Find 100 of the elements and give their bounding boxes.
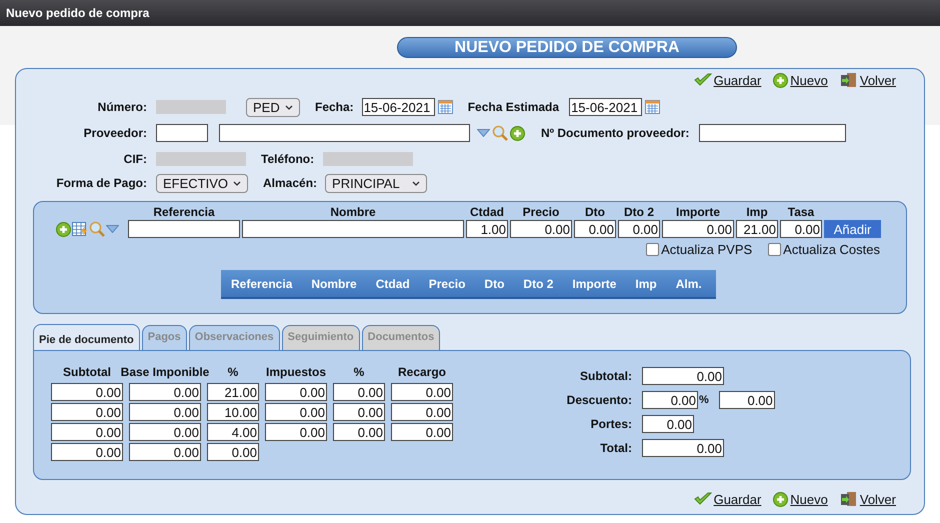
column-header[interactable]: Nombre: [311, 276, 357, 290]
total-field[interactable]: 0.00: [642, 391, 698, 409]
column-label: Dto 2: [623, 205, 655, 219]
field-label: Total:: [599, 441, 632, 455]
action-link[interactable]: Volver: [840, 491, 896, 507]
line-input-field[interactable]: [128, 220, 240, 238]
column-label: Impuestos: [265, 365, 327, 379]
number-field: [156, 100, 226, 114]
tax-field[interactable]: 0.00: [129, 443, 201, 461]
add-icon[interactable]: [510, 126, 525, 140]
date-field[interactable]: 15-06-2021: [569, 98, 642, 116]
column-label: Ctdad: [469, 205, 505, 219]
supplier-code-field[interactable]: [156, 124, 208, 142]
supplier-document-field[interactable]: [699, 124, 846, 142]
column-header[interactable]: Importe: [572, 276, 616, 290]
tax-field[interactable]: 0.00: [333, 403, 385, 421]
checkmark-icon: [694, 492, 712, 506]
tax-field[interactable]: 0.00: [207, 443, 259, 461]
field-label: Nº Documento proveedor:: [541, 126, 690, 140]
field-label: Fecha:: [315, 100, 354, 114]
column-label: Subtotal: [62, 365, 112, 379]
total-field[interactable]: 0.00: [718, 391, 775, 409]
total-field[interactable]: 0.00: [642, 439, 724, 457]
line-input-field[interactable]: 21.00: [736, 220, 778, 238]
line-input-field[interactable]: 0.00: [662, 220, 734, 238]
field-label: Fecha Estimada: [468, 100, 560, 114]
column-header[interactable]: Dto: [484, 276, 504, 290]
search-icon[interactable]: [492, 125, 508, 141]
add-icon: [773, 492, 788, 506]
payment-method-dropdown[interactable]: EFECTIVO: [156, 174, 248, 192]
window-title: Nuevo pedido de compra: [6, 6, 150, 20]
tax-field[interactable]: 21.00: [207, 383, 259, 401]
line-input-field[interactable]: 1.00: [466, 220, 508, 238]
checkbox[interactable]: [646, 243, 660, 256]
checkbox[interactable]: [768, 243, 782, 256]
page-header: NUEVO PEDIDO DE COMPRA: [397, 37, 737, 58]
tab[interactable]: Pie de documento: [33, 324, 140, 350]
tax-field[interactable]: 0.00: [391, 383, 453, 401]
tax-field[interactable]: 0.00: [265, 423, 327, 441]
warehouse-dropdown[interactable]: PRINCIPAL: [325, 174, 428, 192]
line-input-field[interactable]: 0.00: [574, 220, 616, 238]
unit-label: %: [699, 394, 709, 406]
tax-field[interactable]: 0.00: [391, 423, 453, 441]
tax-field[interactable]: 0.00: [333, 423, 385, 441]
series-dropdown[interactable]: PED: [246, 98, 300, 116]
field-label: Almacén:: [263, 176, 318, 190]
total-field[interactable]: 0.00: [642, 367, 724, 385]
column-header[interactable]: Imp: [635, 276, 657, 290]
action-link[interactable]: Guardar: [694, 72, 762, 88]
dropdown-triangle-icon[interactable]: [477, 129, 490, 137]
action-link[interactable]: Guardar: [694, 492, 762, 506]
column-header[interactable]: Ctdad: [376, 276, 410, 290]
dropdown-triangle-icon[interactable]: [106, 225, 119, 233]
column-header[interactable]: Alm.: [676, 276, 702, 290]
tax-field[interactable]: 0.00: [51, 423, 123, 441]
action-link[interactable]: Nuevo: [773, 492, 828, 506]
column-header[interactable]: Dto 2: [523, 276, 554, 290]
column-label: Nombre: [329, 205, 377, 219]
add-line-button[interactable]: Añadir: [824, 220, 881, 238]
tax-field[interactable]: 10.00: [207, 403, 259, 421]
date-field[interactable]: 15-06-2021: [362, 98, 435, 116]
field-label: Número:: [96, 100, 147, 114]
line-input-field[interactable]: 0.00: [780, 220, 822, 238]
line-input-field[interactable]: 0.00: [618, 220, 660, 238]
field-label: CIF:: [122, 152, 147, 166]
add-icon[interactable]: [56, 222, 71, 236]
tax-field[interactable]: 4.00: [207, 423, 259, 441]
calendar-icon[interactable]: [645, 100, 660, 114]
supplier-name-field[interactable]: [219, 124, 470, 142]
search-icon[interactable]: [89, 221, 105, 237]
column-label: Referencia: [152, 205, 216, 219]
door-icon: [840, 72, 858, 88]
line-input-field[interactable]: 0.00: [510, 220, 572, 238]
column-label: %: [226, 365, 240, 379]
action-link[interactable]: Nuevo: [773, 72, 828, 88]
column-label: Base Imponible: [120, 365, 210, 379]
field-label: Descuento:: [566, 393, 632, 407]
column-header[interactable]: Referencia: [231, 276, 292, 290]
field-label: Proveedor:: [82, 126, 147, 140]
tax-field[interactable]: 0.00: [51, 403, 123, 421]
tax-field[interactable]: 0.00: [265, 403, 327, 421]
caret-icon: [233, 180, 241, 186]
tax-field[interactable]: 0.00: [51, 383, 123, 401]
table-icon[interactable]: [72, 222, 88, 236]
tax-field[interactable]: 0.00: [51, 443, 123, 461]
column-label: Importe: [674, 205, 721, 219]
line-input-field[interactable]: [242, 220, 464, 238]
tax-field[interactable]: 0.00: [129, 403, 201, 421]
action-link[interactable]: Volver: [840, 72, 896, 88]
column-label: Tasa: [786, 205, 816, 219]
tax-field[interactable]: 0.00: [129, 383, 201, 401]
tax-field[interactable]: 0.00: [333, 383, 385, 401]
column-label: Imp: [745, 205, 769, 219]
tax-field[interactable]: 0.00: [129, 423, 201, 441]
calendar-icon[interactable]: [438, 100, 453, 114]
total-field[interactable]: 0.00: [642, 415, 694, 433]
tax-field[interactable]: 0.00: [391, 403, 453, 421]
column-header[interactable]: Precio: [428, 276, 466, 290]
tax-field[interactable]: 0.00: [265, 383, 327, 401]
field-label: Portes:: [590, 417, 632, 431]
